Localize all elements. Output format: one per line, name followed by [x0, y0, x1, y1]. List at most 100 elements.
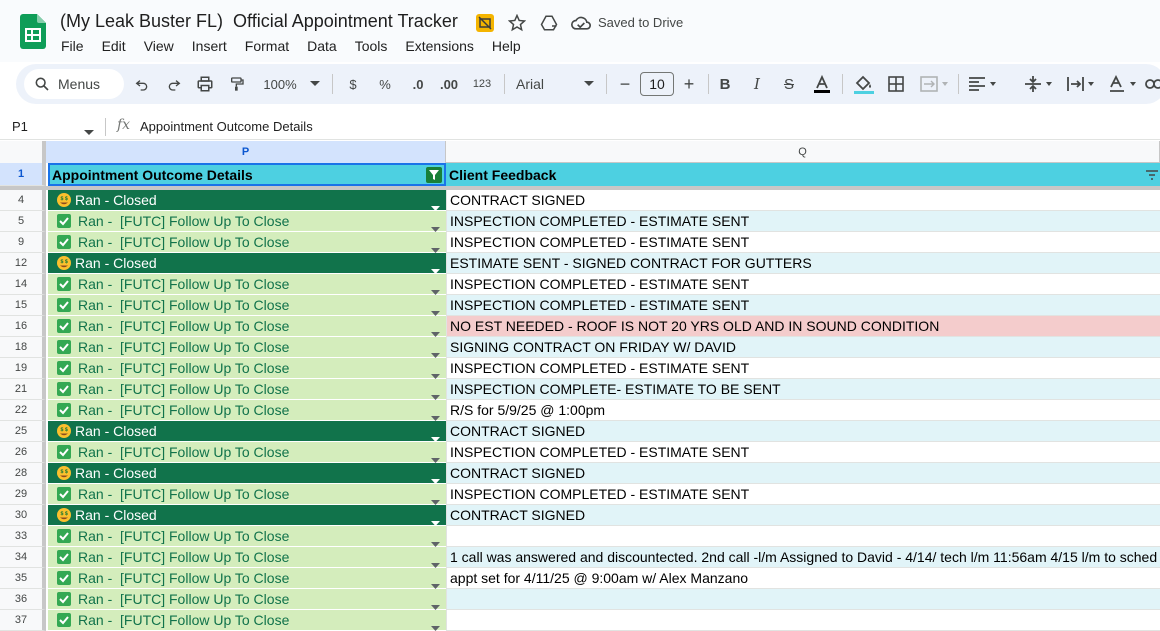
font-caret-icon[interactable]	[582, 72, 596, 96]
status-dropdown-cell[interactable]: Ran - [FUTC] Follow Up To Close	[48, 484, 446, 505]
client-feedback-cell[interactable]: INSPECTION COMPLETE- ESTIMATE TO BE SENT	[446, 379, 1160, 400]
status-dropdown-cell[interactable]: Ran - [FUTC] Follow Up To Close	[48, 295, 446, 316]
row-number[interactable]: 29	[0, 484, 46, 505]
status-dropdown-cell[interactable]: Ran - [FUTC] Follow Up To Close	[48, 358, 446, 379]
client-feedback-cell[interactable]: INSPECTION COMPLETED - ESTIMATE SENT	[446, 442, 1160, 463]
borders-icon[interactable]	[886, 72, 906, 96]
header-cell-client-feedback[interactable]: Client Feedback	[446, 163, 1160, 186]
client-feedback-cell[interactable]	[446, 610, 1160, 631]
zoom-caret-icon[interactable]	[308, 72, 322, 96]
row-number[interactable]: 15	[0, 295, 46, 316]
fill-color-icon[interactable]	[852, 72, 876, 96]
vertical-align-icon[interactable]	[1022, 72, 1056, 96]
menu-data[interactable]: Data	[298, 36, 346, 56]
status-dropdown-cell[interactable]: $ $ Ran - Closed	[48, 463, 446, 484]
undo-icon[interactable]	[132, 72, 152, 96]
print-icon[interactable]	[195, 72, 215, 96]
status-dropdown-cell[interactable]: Ran - [FUTC] Follow Up To Close	[48, 547, 446, 568]
insert-link-icon[interactable]	[1144, 72, 1160, 96]
font-family-select[interactable]: Arial	[516, 72, 556, 96]
menu-help[interactable]: Help	[483, 36, 530, 56]
menu-extensions[interactable]: Extensions	[396, 36, 482, 56]
menu-format[interactable]: Format	[236, 36, 298, 56]
redo-icon[interactable]	[164, 72, 184, 96]
menu-view[interactable]: View	[135, 36, 183, 56]
client-feedback-cell[interactable]: 1 call was answered and discountected. 2…	[446, 547, 1160, 568]
client-feedback-cell[interactable]: INSPECTION COMPLETED - ESTIMATE SENT	[446, 484, 1160, 505]
active-filter-icon[interactable]	[426, 167, 442, 183]
menu-edit[interactable]: Edit	[93, 36, 135, 56]
status-dropdown-cell[interactable]: Ran - [FUTC] Follow Up To Close	[48, 610, 446, 631]
sheets-logo-icon[interactable]	[20, 14, 46, 49]
filter-icon[interactable]	[1146, 167, 1158, 183]
client-feedback-cell[interactable]	[446, 526, 1160, 547]
client-feedback-cell[interactable]: CONTRACT SIGNED	[446, 463, 1160, 484]
row-number[interactable]: 14	[0, 274, 46, 295]
cloud-saved-icon[interactable]	[570, 12, 592, 34]
row-number[interactable]: 21	[0, 379, 46, 400]
client-feedback-cell[interactable]: CONTRACT SIGNED	[446, 421, 1160, 442]
bold-icon[interactable]: B	[716, 72, 734, 96]
client-feedback-cell[interactable]: CONTRACT SIGNED	[446, 505, 1160, 526]
status-dropdown-cell[interactable]: $ $ Ran - Closed	[48, 505, 446, 526]
row-number[interactable]: 36	[0, 589, 46, 610]
client-feedback-cell[interactable]: NO EST NEEDED - ROOF IS NOT 20 YRS OLD A…	[446, 316, 1160, 337]
status-dropdown-cell[interactable]: Ran - [FUTC] Follow Up To Close	[48, 316, 446, 337]
search-menus-button[interactable]: Menus	[24, 69, 124, 99]
row-number[interactable]: 28	[0, 463, 46, 484]
status-dropdown-cell[interactable]: Ran - [FUTC] Follow Up To Close	[48, 211, 446, 232]
column-header-q[interactable]: Q	[446, 141, 1160, 163]
name-box-caret-icon[interactable]	[84, 123, 94, 141]
folder-hidden-icon[interactable]	[474, 12, 496, 34]
row-number[interactable]: 1	[0, 163, 46, 186]
client-feedback-cell[interactable]: CONTRACT SIGNED	[446, 190, 1160, 211]
row-number[interactable]: 12	[0, 253, 46, 274]
row-number[interactable]: 19	[0, 358, 46, 379]
row-number[interactable]: 4	[0, 190, 46, 211]
client-feedback-cell[interactable]: R/S for 5/9/25 @ 1:00pm	[446, 400, 1160, 421]
row-number[interactable]: 26	[0, 442, 46, 463]
row-number[interactable]: 9	[0, 232, 46, 253]
row-number[interactable]: 22	[0, 400, 46, 421]
header-cell-appointment-outcome[interactable]: Appointment Outcome Details	[48, 163, 446, 186]
row-number[interactable]: 34	[0, 547, 46, 568]
row-number[interactable]: 30	[0, 505, 46, 526]
row-number[interactable]: 5	[0, 211, 46, 232]
text-color-icon[interactable]	[810, 72, 834, 96]
status-dropdown-cell[interactable]: Ran - [FUTC] Follow Up To Close	[48, 526, 446, 547]
menu-file[interactable]: File	[52, 36, 93, 56]
text-rotation-icon[interactable]	[1106, 72, 1140, 96]
status-dropdown-cell[interactable]: Ran - [FUTC] Follow Up To Close	[48, 568, 446, 589]
status-dropdown-cell[interactable]: Ran - [FUTC] Follow Up To Close	[48, 274, 446, 295]
status-dropdown-cell[interactable]: Ran - [FUTC] Follow Up To Close	[48, 337, 446, 358]
document-title[interactable]: (My Leak Buster FL) Official Appointment…	[60, 11, 458, 32]
client-feedback-cell[interactable]: SIGNING CONTRACT ON FRIDAY W/ DAVID	[446, 337, 1160, 358]
row-number[interactable]: 35	[0, 568, 46, 589]
column-header-p[interactable]: P	[46, 141, 446, 163]
client-feedback-cell[interactable]: INSPECTION COMPLETED - ESTIMATE SENT	[446, 211, 1160, 232]
increase-font-size-icon[interactable]: +	[680, 72, 698, 96]
row-number[interactable]: 33	[0, 526, 46, 547]
move-to-drive-icon[interactable]	[538, 12, 560, 34]
status-dropdown-cell[interactable]: Ran - [FUTC] Follow Up To Close	[48, 442, 446, 463]
client-feedback-cell[interactable]	[446, 589, 1160, 610]
paint-format-icon[interactable]	[227, 72, 247, 96]
row-number[interactable]: 37	[0, 610, 46, 631]
status-dropdown-cell[interactable]: $ $ Ran - Closed	[48, 421, 446, 442]
percent-format-button[interactable]: %	[376, 72, 394, 96]
horizontal-align-icon[interactable]	[966, 72, 1000, 96]
merge-cells-icon[interactable]	[918, 72, 952, 96]
status-dropdown-cell[interactable]: Ran - [FUTC] Follow Up To Close	[48, 379, 446, 400]
select-all-corner[interactable]	[0, 141, 46, 163]
client-feedback-cell[interactable]: INSPECTION COMPLETED - ESTIMATE SENT	[446, 232, 1160, 253]
zoom-select[interactable]: 100%	[260, 72, 300, 96]
client-feedback-cell[interactable]: appt set for 4/11/25 @ 9:00am w/ Alex Ma…	[446, 568, 1160, 589]
status-dropdown-cell[interactable]: Ran - [FUTC] Follow Up To Close	[48, 589, 446, 610]
status-dropdown-cell[interactable]: Ran - [FUTC] Follow Up To Close	[48, 232, 446, 253]
dropdown-caret-icon[interactable]	[431, 618, 440, 631]
status-dropdown-cell[interactable]: $ $ Ran - Closed	[48, 190, 446, 211]
status-dropdown-cell[interactable]: Ran - [FUTC] Follow Up To Close	[48, 400, 446, 421]
number-format-button[interactable]: 123	[470, 72, 494, 96]
increase-decimal-button[interactable]: .00	[436, 72, 462, 96]
client-feedback-cell[interactable]: INSPECTION COMPLETED - ESTIMATE SENT	[446, 274, 1160, 295]
